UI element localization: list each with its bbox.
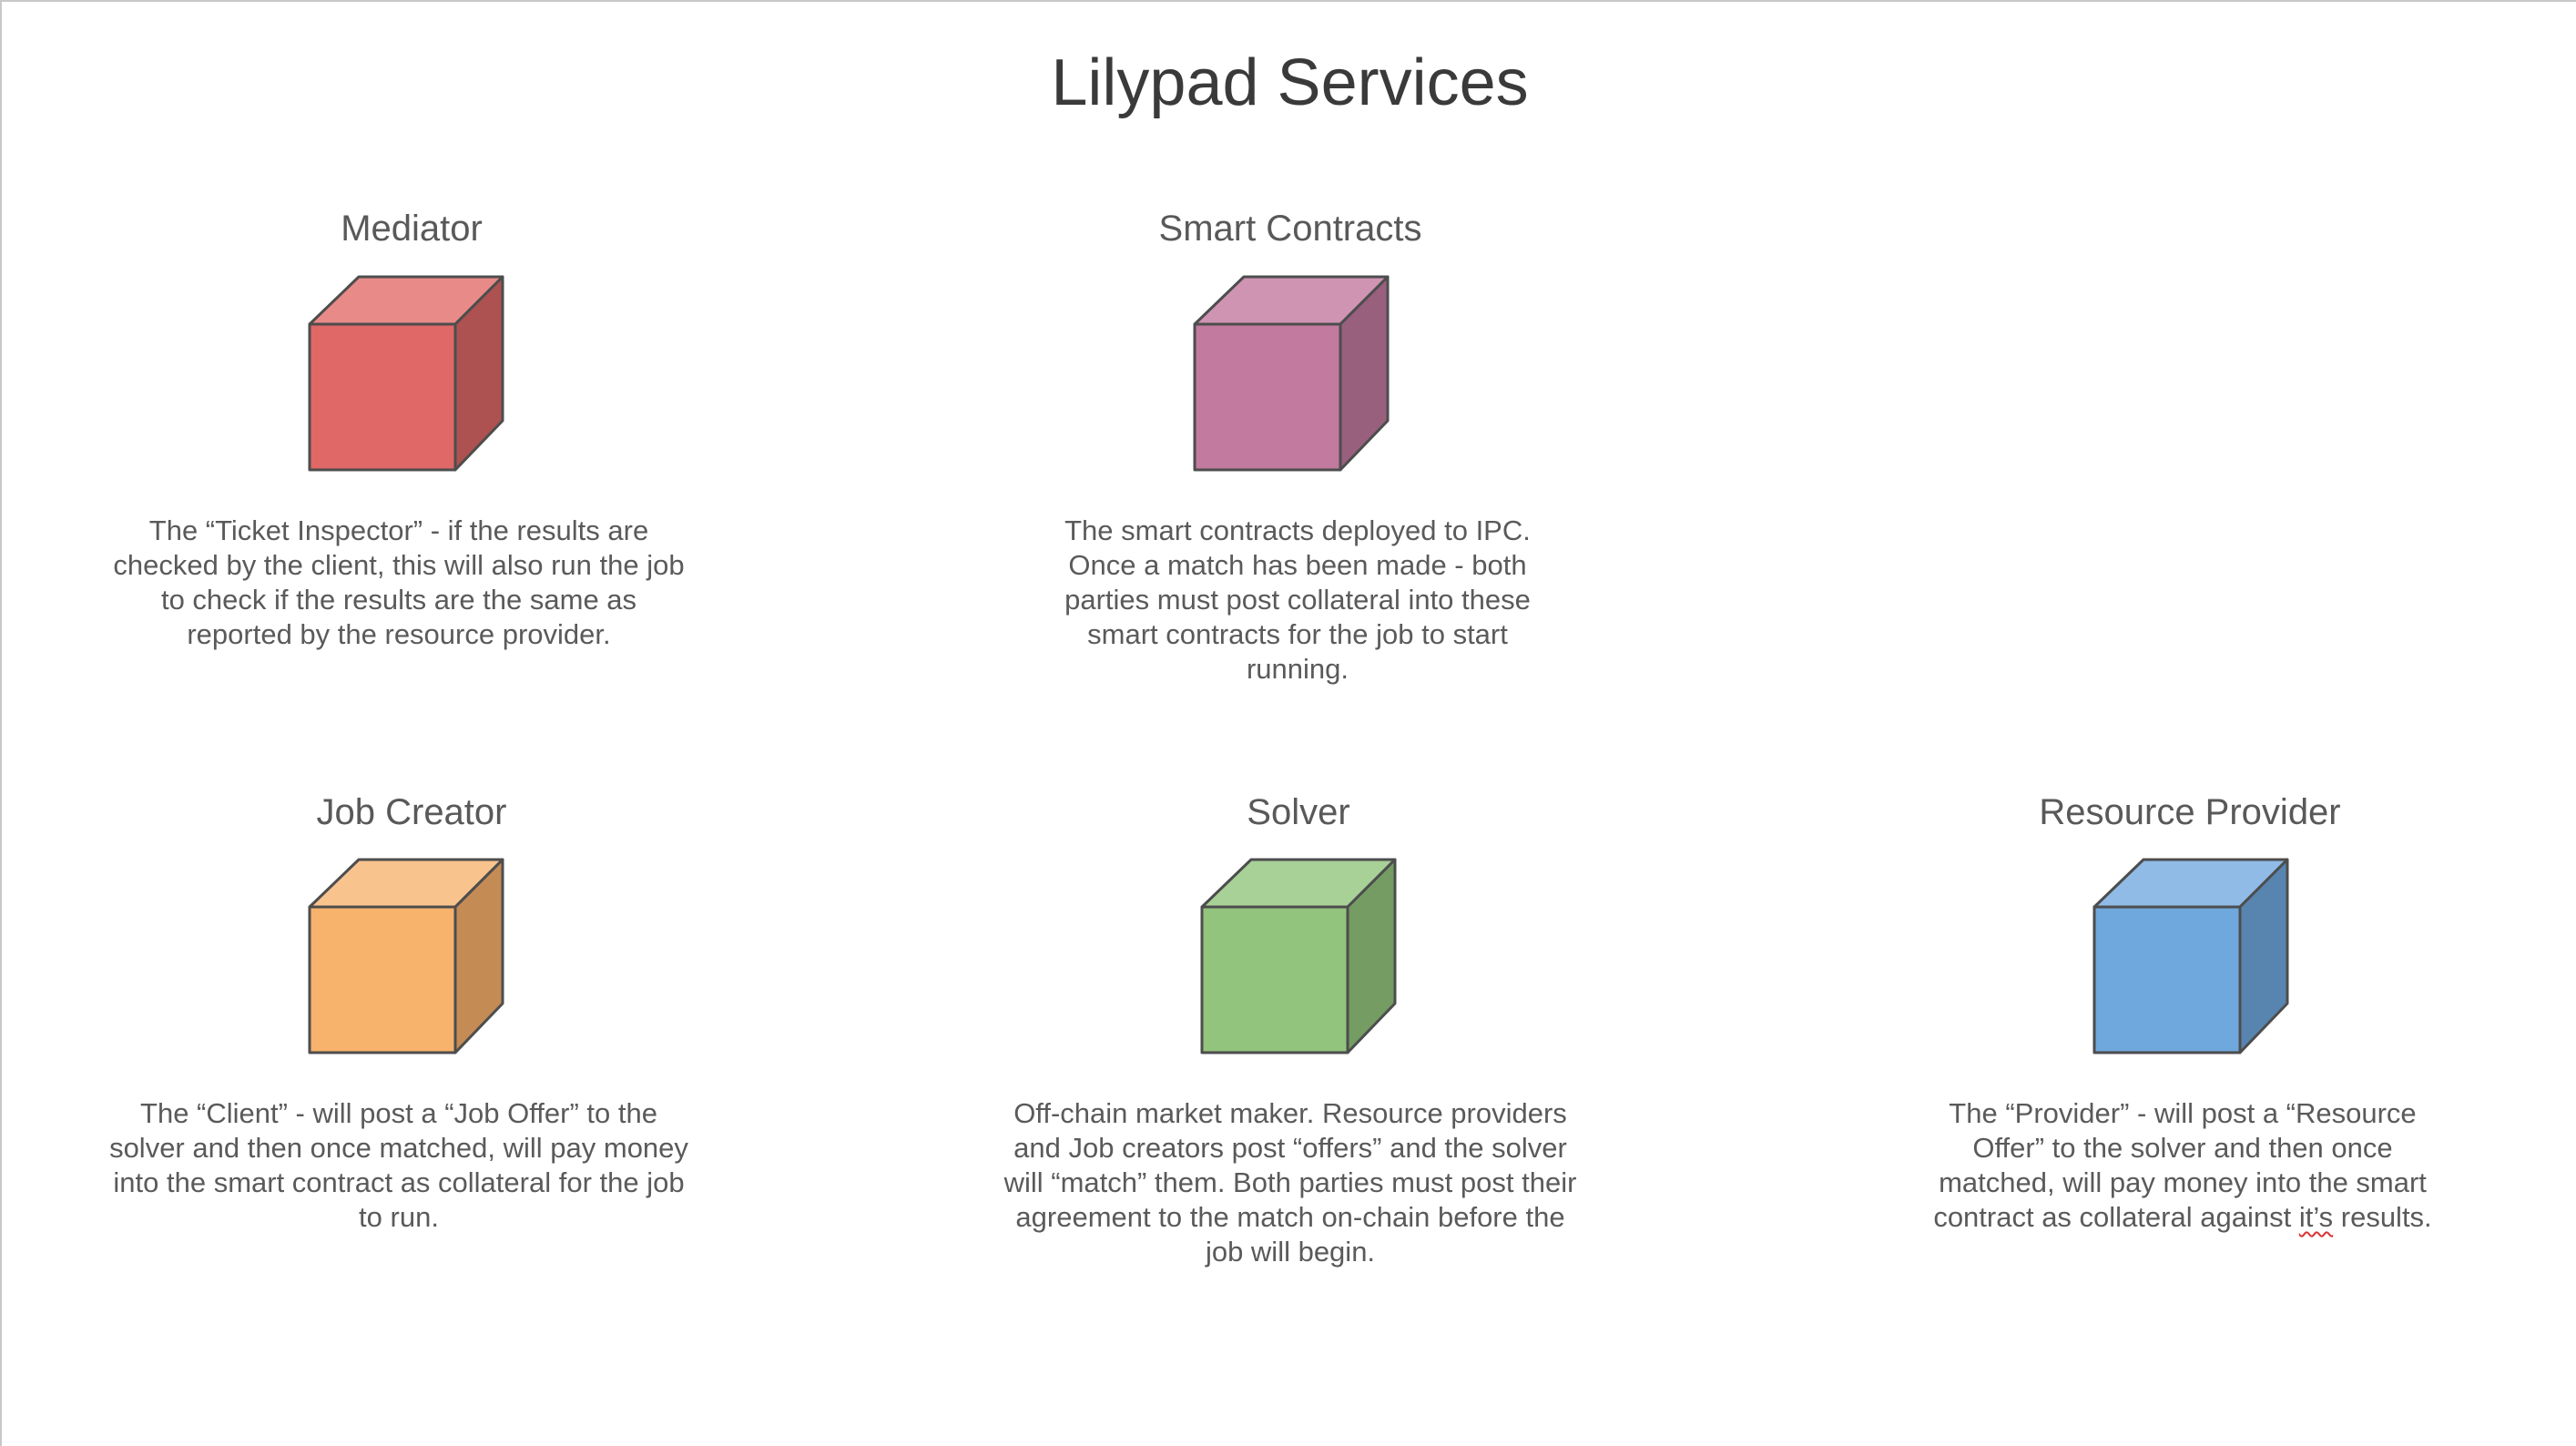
- spellcheck-underline: it’s: [2298, 1201, 2334, 1233]
- cube-front-face: [1193, 322, 1342, 472]
- service-solver: Solver: [1007, 789, 1590, 835]
- mediator-cube-icon: [308, 275, 504, 472]
- service-resource-provider: Resource Provider: [1899, 789, 2481, 835]
- resource-provider-cube-icon: [2092, 858, 2289, 1054]
- page-title: Lilypad Services: [1051, 46, 1529, 119]
- service-title-resource-provider: Resource Provider: [2039, 792, 2341, 832]
- service-title-smart-contracts: Smart Contracts: [1158, 209, 1422, 249]
- smart-contracts-cube-icon: [1193, 275, 1390, 472]
- cube-front-face: [2092, 905, 2242, 1054]
- service-description-solver: Off-chain market maker. Resource provide…: [1003, 1097, 1577, 1268]
- service-mediator: Mediator: [115, 206, 697, 251]
- service-description-resource-provider: The “Provider” - will post a “Resource O…: [1891, 1096, 2474, 1235]
- solver-cube-icon: [1200, 858, 1397, 1054]
- service-title-job-creator: Job Creator: [316, 792, 507, 832]
- service-title-solver: Solver: [1247, 792, 1350, 832]
- cube-front-face: [1200, 905, 1349, 1054]
- job-creator-cube-icon: [308, 858, 504, 1054]
- cube-front-face: [308, 905, 457, 1054]
- service-smart-contracts: Smart Contracts: [999, 206, 1582, 251]
- service-description-mediator: The “Ticket Inspector” - if the results …: [113, 514, 685, 650]
- description-part: results.: [2333, 1201, 2432, 1233]
- service-description-smart-contracts: The smart contracts deployed to IPC. Onc…: [1064, 514, 1531, 685]
- service-title-mediator: Mediator: [341, 209, 483, 249]
- service-job-creator: Job Creator: [115, 789, 697, 835]
- slide: Lilypad Services Mediator The “Ticket In…: [0, 0, 2576, 1446]
- cube-front-face: [308, 322, 457, 472]
- service-description-job-creator: The “Client” - will post a “Job Offer” t…: [109, 1097, 688, 1233]
